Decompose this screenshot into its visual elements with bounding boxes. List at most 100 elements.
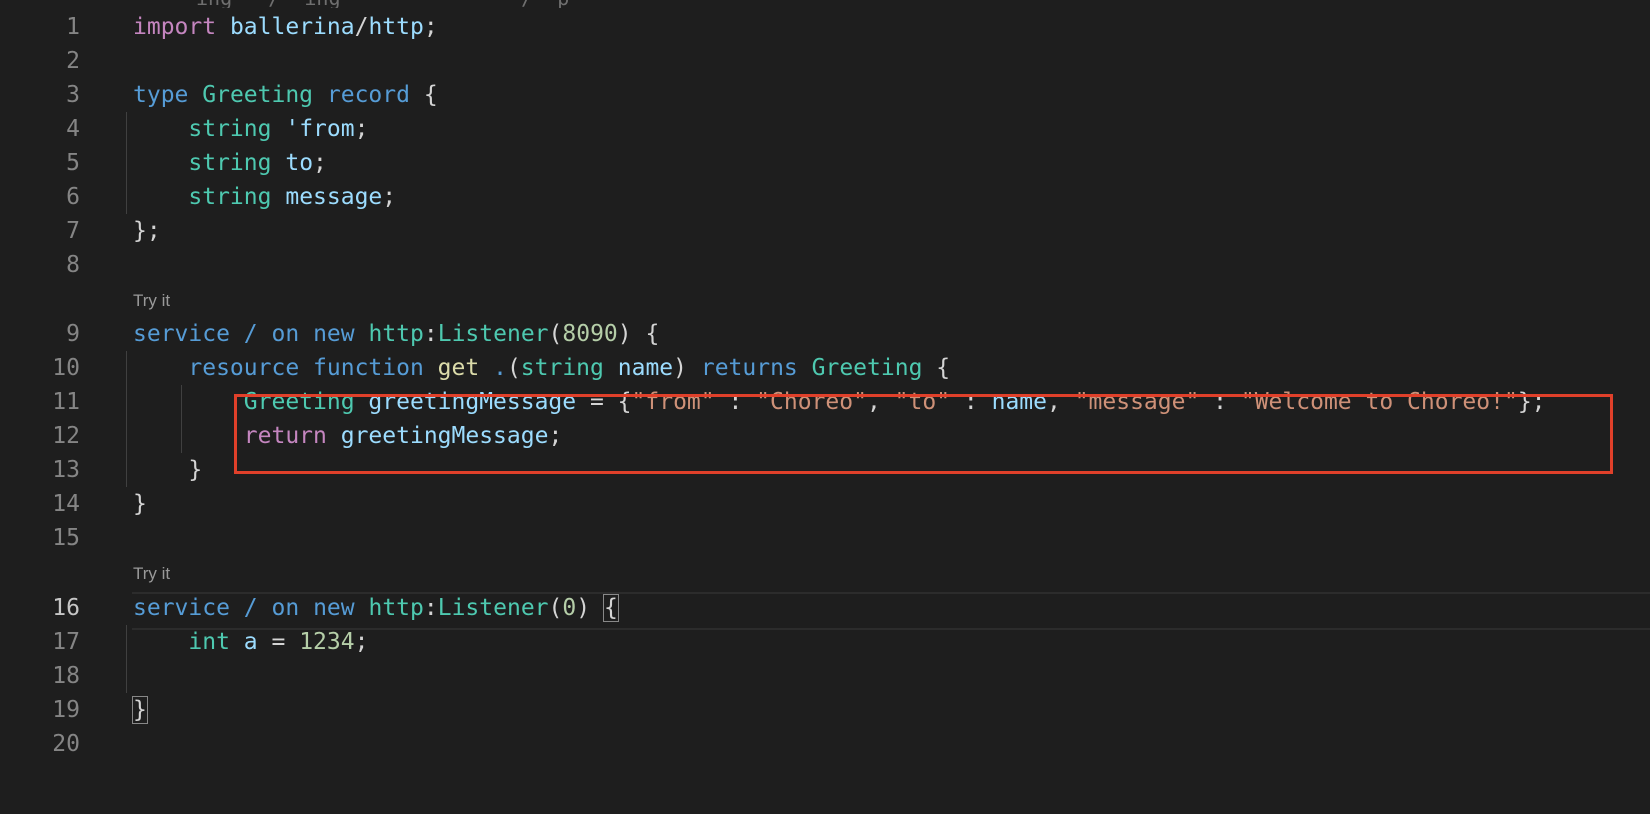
code-token: get: [437, 355, 480, 381]
code-line-4[interactable]: string 'from;: [133, 111, 368, 147]
code-line-6[interactable]: string message;: [133, 179, 396, 215]
code-line-5[interactable]: string to;: [133, 145, 327, 181]
line-number: 17: [52, 629, 80, 655]
code-token: /: [243, 321, 258, 347]
code-line-1[interactable]: import ballerina/http;: [133, 9, 438, 45]
code-line-9[interactable]: service / on new http:Listener(8090) {: [133, 316, 659, 352]
line-number: 3: [66, 82, 80, 108]
code-token: Listener: [437, 595, 549, 621]
code-token: string: [188, 116, 272, 142]
code-token: }: [133, 491, 147, 517]
code-line-3[interactable]: type Greeting record {: [133, 77, 438, 113]
code-line-17[interactable]: int a = 1234;: [133, 624, 368, 660]
matching-bracket: }: [132, 696, 148, 724]
matching-bracket: {: [602, 594, 619, 622]
code-token: ;: [423, 14, 438, 40]
code-token: string: [188, 150, 272, 176]
code-line-7[interactable]: };: [133, 213, 161, 249]
code-token: http: [368, 595, 424, 621]
code-token: =: [257, 629, 300, 655]
code-line-10[interactable]: resource function get .(string name) ret…: [133, 350, 950, 386]
code-token: .: [493, 355, 507, 381]
line-number: 20: [52, 731, 80, 757]
code-token: function: [313, 355, 424, 381]
code-token: {: [922, 355, 951, 381]
code-token: message: [285, 184, 383, 210]
code-token: Greeting: [811, 355, 923, 381]
code-token: http: [368, 14, 424, 40]
code-token: resource: [188, 355, 300, 381]
line-number: 14: [52, 491, 80, 517]
code-line-13[interactable]: }: [133, 452, 202, 488]
code-editor[interactable]: ing_ / ing_ / p 1import ballerina/http; …: [0, 0, 1650, 814]
code-token: string: [520, 355, 604, 381]
code-token: /: [354, 14, 369, 40]
code-token: on: [271, 321, 300, 347]
breadcrumb-text: ing_ / ing_ / p: [196, 0, 593, 8]
code-token: ;: [313, 150, 327, 176]
code-token: ;: [354, 629, 369, 655]
code-token: Greeting: [202, 82, 314, 108]
code-token: :: [423, 595, 438, 621]
code-token: to: [285, 150, 314, 176]
partial-breadcrumb: ing_ / ing_ / p: [0, 0, 1650, 8]
line-number: 1: [66, 14, 80, 40]
code-token: name: [617, 355, 674, 381]
line-number: 13: [52, 457, 80, 483]
code-token: http: [368, 321, 424, 347]
code-token: import: [133, 14, 217, 40]
code-token: on: [271, 595, 300, 621]
code-token: record: [326, 82, 410, 108]
code-token: new: [313, 595, 355, 621]
line-number: 11: [52, 389, 80, 415]
code-token: (: [548, 595, 563, 621]
code-line-16[interactable]: service / on new http:Listener(0) {: [133, 590, 619, 626]
code-token: a: [243, 629, 258, 655]
code-line-14[interactable]: }: [133, 486, 147, 522]
line-number: 2: [66, 48, 80, 74]
line-number: 16: [52, 595, 80, 621]
code-token: (: [506, 355, 521, 381]
code-token: ballerina: [229, 14, 355, 40]
line-number: 19: [52, 697, 80, 723]
line-number: 15: [52, 525, 80, 551]
code-token: ): [576, 595, 604, 621]
code-token: new: [313, 321, 355, 347]
code-token: type: [133, 82, 189, 108]
code-token: 0: [562, 595, 577, 621]
line-number: 10: [52, 355, 80, 381]
code-token: service: [133, 595, 230, 621]
code-token: (: [548, 321, 563, 347]
code-token: /: [243, 595, 258, 621]
line-number: 9: [66, 321, 80, 347]
code-token: 1234: [299, 629, 355, 655]
code-token: ;: [354, 116, 369, 142]
line-number: 4: [66, 116, 80, 142]
code-token: };: [133, 218, 161, 244]
code-token: :: [423, 321, 438, 347]
try-it-codelens[interactable]: Try it: [133, 289, 170, 313]
code-token: Listener: [437, 321, 549, 347]
code-token: ) {: [617, 321, 660, 347]
code-line-19[interactable]: }: [132, 692, 148, 728]
code-token: 'from: [285, 116, 355, 142]
try-it-codelens[interactable]: Try it: [133, 562, 170, 586]
